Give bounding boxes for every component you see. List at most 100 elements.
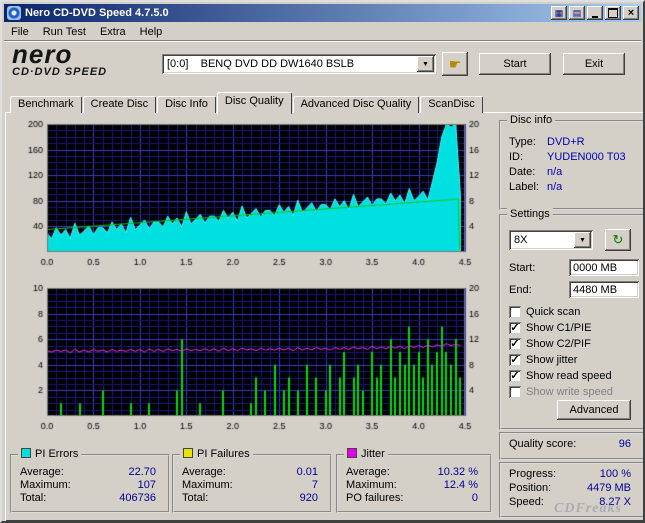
stat-value: 10.32 %: [437, 466, 478, 478]
checkbox-label: Show jitter: [526, 354, 578, 366]
id-value: YUDEN000 T03: [547, 151, 626, 163]
advanced-button[interactable]: Advanced: [557, 400, 631, 420]
disc-info-row: Type: DVD+R: [509, 136, 637, 148]
end-position-field[interactable]: 4480 MB: [569, 281, 639, 298]
refresh-button[interactable]: ↻: [605, 229, 631, 251]
stat-label: Total:: [20, 492, 47, 504]
stat-row: Maximum: 107: [20, 479, 156, 491]
stat-label: Average:: [346, 466, 390, 478]
type-label: Type:: [509, 136, 536, 148]
disc-info-group: Disc info Type: DVD+R ID: YUDEN000 T03 Dat…: [499, 114, 643, 210]
settings-group: Settings 8X ▼ ↻ Start: 0000 MB End: 4480…: [499, 208, 643, 430]
titlebar-extra-button-2[interactable]: ▤: [569, 6, 585, 20]
settings-title: Settings: [507, 208, 553, 220]
tab-disc-quality[interactable]: Disc Quality: [216, 92, 292, 114]
checkbox-show-jitter[interactable]: ✓ Show jitter: [509, 354, 577, 366]
checkbox-label: Show write speed: [526, 386, 613, 398]
menu-extra[interactable]: Extra: [93, 24, 133, 40]
checkbox-box: ✓: [509, 354, 521, 366]
check-icon: ✓: [510, 338, 520, 350]
checkbox-show-c2-pif[interactable]: ✓ Show C2/PIF: [509, 338, 591, 350]
disc-info-row: ID: YUDEN000 T03: [509, 151, 637, 163]
date-value: n/a: [547, 166, 563, 178]
menubar: File Run Test Extra Help: [4, 22, 641, 42]
stat-row: Maximum: 12.4 %: [346, 479, 478, 491]
label-value: n/a: [547, 181, 563, 193]
start-position-label: Start:: [509, 262, 536, 274]
stat-value: 12.4 %: [443, 479, 478, 491]
date-label: Date:: [509, 166, 536, 178]
drive-select[interactable]: [0:0] BENQ DVD DD DW1640 BSLB ▼: [162, 54, 436, 74]
eject-disc-button[interactable]: ☛: [442, 52, 468, 76]
stat-label: Average:: [182, 466, 226, 478]
pi-errors-panel: PI Errors Average: 22.70 Maximum: 107 Tota…: [10, 448, 170, 513]
stat-row: Average: 22.70: [20, 466, 156, 478]
speed-select[interactable]: 8X ▼: [509, 230, 593, 250]
jitter-title-text: Jitter: [361, 448, 385, 460]
speed-select-value: 8X: [514, 234, 528, 246]
close-icon: ×: [627, 6, 635, 19]
tab-benchmark[interactable]: Benchmark: [10, 96, 82, 113]
disc-info-row: Date: n/a: [509, 166, 637, 178]
stat-row: Average: 10.32 %: [346, 466, 478, 478]
menu-run-test[interactable]: Run Test: [36, 24, 93, 40]
stat-label: Maximum:: [20, 479, 71, 491]
jitter-legend-swatch: [347, 448, 357, 458]
minimize-icon: [592, 15, 598, 18]
titlebar-extra-button-1[interactable]: ▦: [551, 6, 567, 20]
id-label: ID:: [509, 151, 524, 163]
position-value: 4479 MB: [586, 482, 631, 494]
checkbox-box: [509, 306, 521, 318]
maximize-icon: [608, 8, 618, 18]
checkbox-box: ✓: [509, 322, 521, 334]
jitter-panel: Jitter Average: 10.32 % Maximum: 12.4 % PO…: [336, 448, 492, 513]
cddvd-speed-logo-text: CD·DVD SPEED: [12, 66, 108, 78]
app-window: Nero CD-DVD Speed 4.7.5.0 ▦ ▤ × File Run…: [0, 0, 645, 523]
checkbox-show-c1-pie[interactable]: ✓ Show C1/PIE: [509, 322, 591, 334]
menu-file[interactable]: File: [4, 24, 36, 40]
stat-label: Total:: [182, 492, 209, 504]
tab-bar: Benchmark Create Disc Disc Info Disc Qua…: [10, 92, 484, 114]
stat-label: PO failures:: [346, 492, 404, 504]
stat-label: Average:: [20, 466, 64, 478]
type-value: DVD+R: [547, 136, 585, 148]
tab-scandisc[interactable]: ScanDisc: [420, 96, 483, 113]
chevron-down-icon[interactable]: ▼: [574, 232, 591, 248]
pi-errors-legend-swatch: [21, 448, 31, 458]
tab-disc-info[interactable]: Disc Info: [157, 96, 216, 113]
start-position-field[interactable]: 0000 MB: [569, 259, 639, 276]
pi-failures-panel-title: PI Failures: [180, 448, 253, 460]
chevron-down-icon[interactable]: ▼: [417, 56, 434, 72]
checkbox-label: Quick scan: [526, 306, 581, 318]
close-button[interactable]: ×: [623, 6, 639, 20]
checkbox-show-read-speed[interactable]: ✓ Show read speed: [509, 370, 612, 382]
checkbox-quick-scan[interactable]: Quick scan: [509, 306, 580, 318]
menu-help[interactable]: Help: [133, 24, 170, 40]
end-position-label: End:: [509, 284, 532, 296]
minimize-button[interactable]: [587, 6, 603, 20]
window-title: Nero CD-DVD Speed 4.7.5.0: [25, 7, 169, 19]
stat-row: Total: 920: [182, 492, 318, 504]
checkbox-label: Show C1/PIE: [526, 322, 592, 334]
grid-icon: ▦: [554, 7, 564, 18]
jitter-panel-title: Jitter: [344, 448, 388, 460]
checkbox-label: Show read speed: [526, 370, 612, 382]
check-icon: ✓: [510, 354, 520, 366]
pi-failures-jitter-chart: [9, 280, 493, 444]
list-icon: ▤: [572, 7, 582, 18]
stat-row: Average: 0.01: [182, 466, 318, 478]
tab-create-disc[interactable]: Create Disc: [82, 96, 157, 113]
pi-errors-chart: [9, 116, 493, 280]
tab-advanced-disc-quality[interactable]: Advanced Disc Quality: [292, 96, 420, 113]
stat-row: Maximum: 7: [182, 479, 318, 491]
watermark: CDFreaks: [554, 501, 622, 516]
pi-errors-panel-title: PI Errors: [18, 448, 82, 460]
progress-value: 100 %: [599, 468, 631, 480]
exit-button[interactable]: Exit: [563, 53, 625, 75]
speed-label: Speed:: [509, 496, 544, 508]
start-button[interactable]: Start: [479, 53, 551, 75]
maximize-button[interactable]: [605, 6, 621, 20]
stat-value: 0: [471, 492, 478, 504]
stat-value: 22.70: [128, 466, 156, 478]
pi-failures-legend-swatch: [183, 448, 193, 458]
